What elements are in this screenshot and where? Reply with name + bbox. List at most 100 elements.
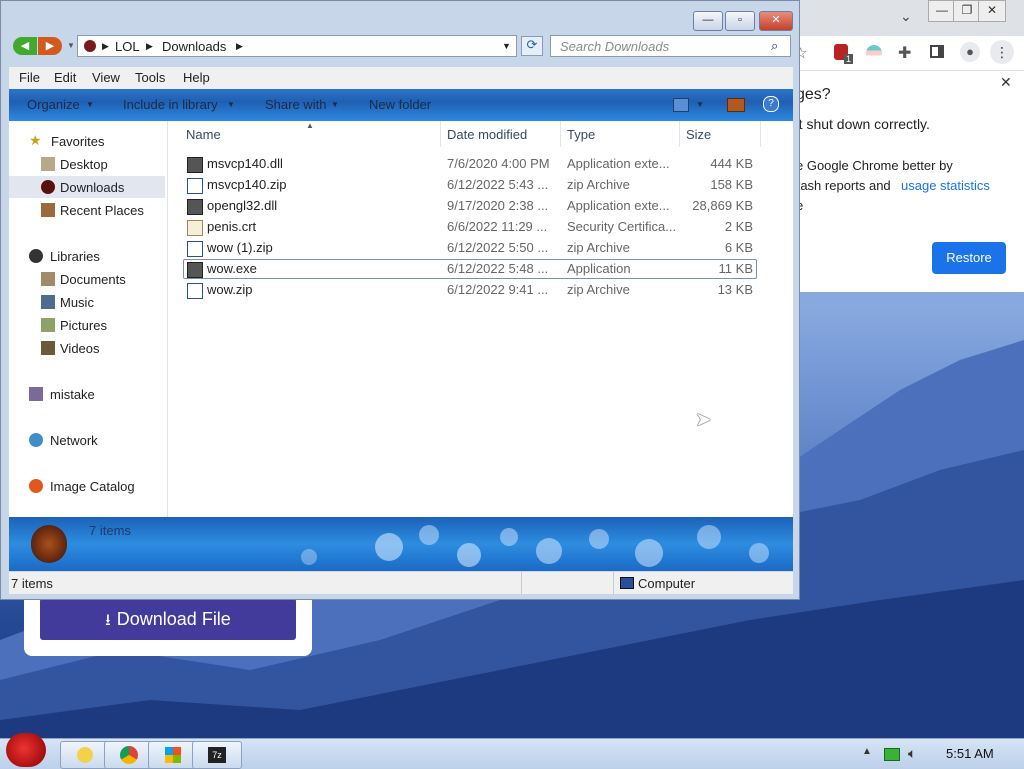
column-header-name[interactable]: Name <box>186 127 221 142</box>
zip-file-icon <box>187 178 203 194</box>
search-icon[interactable]: ⌕ <box>771 38 778 54</box>
kebab-menu-icon[interactable]: ⋮ <box>990 40 1014 64</box>
menu-tools[interactable]: Tools <box>135 70 165 85</box>
column-divider[interactable] <box>760 121 761 147</box>
include-in-library-button[interactable]: Include in library <box>123 97 218 112</box>
chrome-restore-button[interactable]: ❐ <box>953 0 981 22</box>
file-size: 13 KB <box>717 282 753 297</box>
change-view-icon[interactable] <box>673 98 689 112</box>
nav-downloads[interactable]: Downloads <box>9 176 165 198</box>
exe-file-icon <box>187 262 203 278</box>
folder-icon <box>84 40 96 52</box>
view-dropdown-icon[interactable]: ▼ <box>696 100 704 109</box>
taskbar-7zip-button[interactable]: 7z <box>192 741 242 769</box>
column-divider[interactable] <box>560 121 561 147</box>
nav-mistake[interactable]: mistake <box>9 383 165 405</box>
maximize-button[interactable]: ▫ <box>725 11 755 31</box>
music-icon <box>41 295 55 309</box>
file-name: wow (1).zip <box>207 240 273 255</box>
table-row[interactable]: opengl32.dll 9/17/2020 2:38 ... Applicat… <box>183 196 757 216</box>
table-row[interactable]: wow (1).zip 6/12/2022 5:50 ... zip Archi… <box>183 238 757 258</box>
chevron-down-icon[interactable]: ⌄ <box>900 8 912 25</box>
nav-pictures[interactable]: Pictures <box>9 314 165 336</box>
table-row[interactable]: msvcp140.zip 6/12/2022 5:43 ... zip Arch… <box>183 175 757 195</box>
explorer-taskbar-icon <box>77 747 93 763</box>
column-divider[interactable] <box>679 121 680 147</box>
new-folder-button[interactable]: New folder <box>369 97 431 112</box>
chrome-minimize-button[interactable]: — <box>928 0 956 22</box>
menu-file[interactable]: File <box>19 70 40 85</box>
usage-statistics-link[interactable]: usage statistics <box>901 178 990 193</box>
show-hidden-icons-icon[interactable]: ▲ <box>862 746 872 757</box>
menu-help[interactable]: Help <box>183 70 210 85</box>
nav-label: Pictures <box>60 318 107 333</box>
start-button-icon[interactable] <box>6 733 46 767</box>
history-dropdown-icon[interactable]: ▼ <box>67 41 75 50</box>
close-icon[interactable]: ✕ <box>1000 74 1012 91</box>
table-row[interactable]: penis.crt 6/6/2022 11:29 ... Security Ce… <box>183 217 757 237</box>
taskbar-chrome-button[interactable] <box>104 741 154 769</box>
nav-favorites[interactable]: ★ Favorites <box>9 130 165 152</box>
chrome-toolbar: ☆ 1 ✚ ● ⋮ <box>790 36 1024 71</box>
file-type: Application exte... <box>567 198 670 213</box>
help-icon[interactable]: ? <box>763 96 779 112</box>
detail-item-count: 7 items <box>89 523 131 538</box>
restore-button[interactable]: Restore <box>932 242 1006 274</box>
back-icon[interactable]: ◀ <box>13 37 37 55</box>
close-button[interactable]: ✕ <box>759 11 793 31</box>
nav-videos[interactable]: Videos <box>9 337 165 359</box>
volume-icon[interactable]: 🔈︎ <box>908 745 916 762</box>
download-file-button[interactable]: ⭳ Download File <box>40 598 296 640</box>
extension-flag-icon[interactable] <box>866 45 882 61</box>
battery-icon[interactable] <box>884 748 900 761</box>
minimize-button[interactable]: — <box>693 11 723 31</box>
column-header-size[interactable]: Size <box>686 127 711 142</box>
nav-recent-places[interactable]: Recent Places <box>9 199 165 221</box>
nav-network[interactable]: Network <box>9 429 165 451</box>
column-divider[interactable] <box>440 121 441 147</box>
breadcrumb-sep-icon: ▶ <box>236 41 243 51</box>
profile-icon[interactable]: ● <box>960 42 980 62</box>
videos-icon <box>41 341 55 355</box>
taskbar-clock[interactable]: 5:51 AM <box>946 746 994 761</box>
file-type: zip Archive <box>567 177 630 192</box>
file-date: 6/12/2022 9:41 ... <box>447 282 549 297</box>
download-icon: ⭳ <box>105 612 111 629</box>
column-header-date[interactable]: Date modified <box>447 127 527 142</box>
menu-view[interactable]: View <box>92 70 120 85</box>
breadcrumb-lol[interactable]: LOL <box>115 39 140 54</box>
pictures-icon <box>41 318 55 332</box>
address-bar[interactable]: ▶ LOL ▶ Downloads ▶ ▼ <box>77 35 517 57</box>
file-date: 6/6/2022 11:29 ... <box>447 219 548 234</box>
table-row[interactable]: wow.zip 6/12/2022 9:41 ... zip Archive 1… <box>183 280 757 300</box>
sidepanel-icon[interactable] <box>930 45 944 58</box>
address-dropdown-icon[interactable]: ▼ <box>502 41 511 51</box>
share-with-button[interactable]: Share with <box>265 97 326 112</box>
forward-icon[interactable]: ▶ <box>38 37 62 55</box>
sort-indicator-icon: ▲ <box>306 121 314 130</box>
nav-image-catalog[interactable]: Image Catalog <box>9 475 165 497</box>
organize-button[interactable]: Organize <box>27 97 80 112</box>
nav-libraries[interactable]: Libraries <box>9 245 165 267</box>
refresh-icon[interactable]: ⟳ <box>521 36 543 56</box>
share-dropdown-icon: ▼ <box>331 100 339 109</box>
file-date: 6/12/2022 5:48 ... <box>447 261 549 276</box>
table-row[interactable]: msvcp140.dll 7/6/2020 4:00 PM Applicatio… <box>183 154 757 174</box>
nav-documents[interactable]: Documents <box>9 268 165 290</box>
chrome-close-button[interactable]: ✕ <box>978 0 1006 22</box>
file-type: Application <box>567 261 631 276</box>
taskbar-windows-button[interactable] <box>148 741 198 769</box>
menu-edit[interactable]: Edit <box>54 70 76 85</box>
column-header-type[interactable]: Type <box>567 127 595 142</box>
menu-bar: File Edit View Tools Help <box>9 67 793 89</box>
nav-desktop[interactable]: Desktop <box>9 153 165 175</box>
puzzle-icon[interactable]: ✚ <box>898 43 911 63</box>
preview-pane-icon[interactable] <box>727 98 745 112</box>
nav-music[interactable]: Music <box>9 291 165 313</box>
taskbar-explorer-button[interactable] <box>60 741 110 769</box>
file-name: msvcp140.zip <box>207 177 287 192</box>
table-row[interactable]: wow.exe 6/12/2022 5:48 ... Application 1… <box>183 259 757 279</box>
crash-title: ges? <box>796 86 831 103</box>
breadcrumb-downloads[interactable]: Downloads <box>162 39 226 54</box>
search-input[interactable]: Search Downloads ⌕ <box>550 35 791 57</box>
